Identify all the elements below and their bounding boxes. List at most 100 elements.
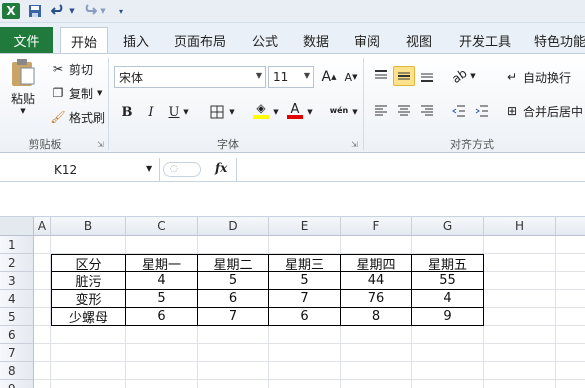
merge-center-button[interactable]: ⊞ 合并后居中 xyxy=(504,102,583,120)
customize-toolbar-icon[interactable]: ▾ xyxy=(116,3,126,19)
table-cell[interactable]: 7 xyxy=(269,290,341,308)
table-cell[interactable]: 6 xyxy=(126,308,198,326)
copy-dropdown-icon[interactable]: ▼ xyxy=(97,89,102,97)
font-color-dropdown-icon[interactable]: ▼ xyxy=(305,102,315,122)
row-header-9[interactable]: 9 xyxy=(0,380,34,388)
grid-cell[interactable] xyxy=(484,254,556,272)
table-cell[interactable]: 星期四 xyxy=(341,254,412,273)
table-cell[interactable]: 55 xyxy=(412,272,484,290)
grid-cell[interactable] xyxy=(34,290,51,308)
grid-cell[interactable] xyxy=(412,362,484,380)
grid-cell[interactable] xyxy=(556,362,585,380)
increase-indent-button[interactable] xyxy=(471,101,493,121)
grid-cell[interactable] xyxy=(484,290,556,308)
grid-cell[interactable] xyxy=(412,326,484,344)
paste-dropdown-icon[interactable]: ▼ xyxy=(20,107,25,115)
tab-data[interactable]: 数据 xyxy=(295,27,337,53)
grid-cell[interactable] xyxy=(556,254,585,272)
table-cell[interactable]: 少螺母 xyxy=(51,308,126,326)
column-header-b[interactable]: B xyxy=(51,217,126,236)
grid-cell[interactable] xyxy=(484,236,556,254)
row-header-6[interactable]: 6 xyxy=(0,326,34,344)
wrap-text-button[interactable]: ↵ 自动换行 xyxy=(504,68,571,86)
tab-formulas[interactable]: 公式 xyxy=(243,27,287,53)
phonetic-button[interactable]: wén xyxy=(326,100,352,120)
grid-cell[interactable] xyxy=(198,344,269,362)
copy-button[interactable]: ❐ 复制 ▼ xyxy=(50,84,103,102)
grid-cell[interactable] xyxy=(556,272,585,290)
table-cell[interactable]: 6 xyxy=(198,290,269,308)
fill-color-button[interactable]: ◈ xyxy=(250,100,272,120)
row-header-7[interactable]: 7 xyxy=(0,344,34,362)
grid-cell[interactable] xyxy=(34,254,51,272)
table-cell[interactable]: 星期三 xyxy=(269,254,341,273)
grid-cell[interactable] xyxy=(484,362,556,380)
orientation-dropdown-icon[interactable]: ▼ xyxy=(468,66,478,86)
orientation-button[interactable]: ab xyxy=(448,66,470,86)
format-painter-button[interactable]: 🖌 格式刷 xyxy=(50,108,105,126)
row-header-5[interactable]: 5 xyxy=(0,308,34,326)
underline-dropdown-icon[interactable]: ▼ xyxy=(181,102,191,122)
column-header-d[interactable]: D xyxy=(198,217,269,236)
table-cell[interactable]: 7 xyxy=(198,308,269,326)
align-center-button[interactable] xyxy=(393,101,415,121)
table-cell[interactable]: 脏污 xyxy=(51,272,126,290)
row-header-2[interactable]: 2 xyxy=(0,254,34,272)
worksheet-grid[interactable]: A B C D E F G H 1 2 3 4 5 6 7 8 9 区分星期一星… xyxy=(0,217,585,388)
grid-cell[interactable] xyxy=(412,236,484,254)
grid-cell[interactable] xyxy=(341,380,412,388)
grid-cell[interactable] xyxy=(556,236,585,254)
align-top-button[interactable] xyxy=(370,66,392,86)
grid-cell[interactable] xyxy=(34,362,51,380)
column-header-h[interactable]: H xyxy=(484,217,556,236)
align-right-button[interactable] xyxy=(416,101,438,121)
grid-cell[interactable] xyxy=(198,236,269,254)
font-launcher-icon[interactable]: ⇲ xyxy=(351,140,358,149)
cut-button[interactable]: ✂ 剪切 xyxy=(50,60,93,78)
grid-cell[interactable] xyxy=(556,380,585,388)
table-cell[interactable]: 9 xyxy=(412,308,484,326)
table-cell[interactable]: 星期一 xyxy=(126,254,198,273)
row-header-4[interactable]: 4 xyxy=(0,290,34,308)
tab-insert[interactable]: 插入 xyxy=(114,27,158,53)
border-dropdown-icon[interactable]: ▼ xyxy=(227,102,237,122)
table-cell[interactable]: 5 xyxy=(126,290,198,308)
grid-cell[interactable] xyxy=(341,236,412,254)
table-cell[interactable]: 星期二 xyxy=(198,254,269,273)
grid-cell[interactable] xyxy=(269,326,341,344)
italic-button[interactable]: I xyxy=(140,102,162,122)
column-header-extra[interactable] xyxy=(556,217,585,236)
align-left-button[interactable] xyxy=(370,101,392,121)
grid-cell[interactable] xyxy=(269,380,341,388)
grid-cell[interactable] xyxy=(51,380,126,388)
fill-dropdown-icon[interactable]: ▼ xyxy=(271,102,281,122)
align-middle-button[interactable] xyxy=(393,66,415,86)
tab-view[interactable]: 视图 xyxy=(398,27,440,53)
table-cell[interactable]: 44 xyxy=(341,272,412,290)
column-header-c[interactable]: C xyxy=(126,217,198,236)
grid-cell[interactable] xyxy=(51,344,126,362)
redo-icon[interactable] xyxy=(82,3,98,19)
save-icon[interactable] xyxy=(27,3,43,19)
grid-cell[interactable] xyxy=(269,362,341,380)
grid-cell[interactable] xyxy=(412,344,484,362)
grid-cell[interactable] xyxy=(198,326,269,344)
undo-dropdown-icon[interactable]: ▼ xyxy=(68,3,76,19)
name-box-dropdown-icon[interactable]: ▼ xyxy=(146,164,152,173)
grid-cell[interactable] xyxy=(484,326,556,344)
tab-page-layout[interactable]: 页面布局 xyxy=(168,27,232,53)
select-all-corner[interactable] xyxy=(0,217,34,236)
column-header-g[interactable]: G xyxy=(412,217,484,236)
row-header-3[interactable]: 3 xyxy=(0,272,34,290)
grid-cell[interactable] xyxy=(126,344,198,362)
grid-cell[interactable] xyxy=(484,308,556,326)
grid-cell[interactable] xyxy=(556,344,585,362)
table-cell[interactable]: 8 xyxy=(341,308,412,326)
grid-cell[interactable] xyxy=(34,326,51,344)
tab-special-features[interactable]: 特色功能 xyxy=(530,27,585,53)
bold-button[interactable]: B xyxy=(116,102,138,122)
grid-cell[interactable] xyxy=(484,344,556,362)
grid-cell[interactable] xyxy=(126,362,198,380)
grid-cell[interactable] xyxy=(51,326,126,344)
grid-cell[interactable] xyxy=(198,362,269,380)
